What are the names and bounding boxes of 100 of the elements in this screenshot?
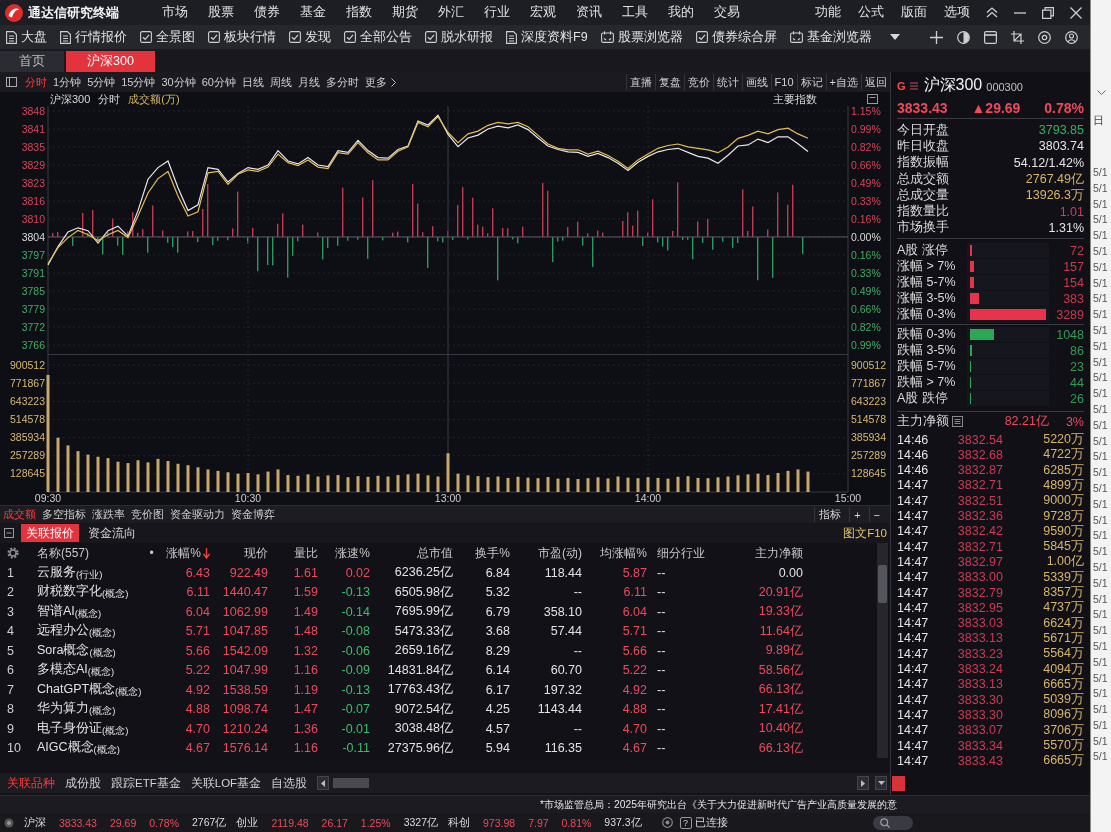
stat-value: 3793.85	[1038, 123, 1084, 138]
turnover-cell: 6.14	[485, 663, 510, 678]
price-change: ▲29.69	[971, 99, 1021, 116]
stat-label: 市场换手	[897, 219, 949, 237]
volume-axis-label: 514578	[9, 413, 45, 425]
net-flow-cell: 19.33亿	[758, 603, 803, 621]
date-cell-text: 5/1	[1093, 275, 1109, 291]
price-axis-label: 3841	[21, 122, 45, 135]
trade-time: 14:47	[897, 554, 930, 569]
index-percent: 0.81%	[561, 816, 592, 829]
trade-time: 14:47	[897, 707, 930, 722]
speed-cell: -0.06	[341, 643, 370, 658]
speed-cell: -0.09	[341, 663, 370, 678]
stock-count: 3289	[1055, 307, 1084, 322]
price-axis-label: 3804	[21, 230, 45, 243]
price-axis-label: 3835	[21, 140, 45, 153]
price-cell: 1538.59	[222, 682, 268, 697]
date-cell-text: 5/1	[1093, 165, 1109, 180]
trade-amount: 8357万	[1042, 584, 1084, 601]
date-cell-text: 5/1	[1093, 259, 1109, 275]
date-cell-text: 5/1	[1093, 386, 1109, 402]
row-number: 10	[7, 741, 21, 756]
date-cell-text: 5/1	[1093, 544, 1109, 560]
date-cell-text: 5/1	[1093, 417, 1109, 433]
trade-amount: 5845万	[1042, 538, 1084, 555]
trade-time: 14:47	[897, 570, 930, 585]
trade-time: 14:47	[897, 509, 930, 524]
average-change-cell: 5.87	[622, 565, 647, 580]
trade-time: 14:47	[897, 662, 930, 677]
speed-cell: -0.13	[341, 682, 370, 697]
date-cell-text: 5/1	[1093, 717, 1109, 733]
pe-cell: 1143.44	[537, 702, 582, 717]
trade-price: 3832.71	[956, 539, 1003, 554]
trade-price: 3832.87	[956, 463, 1003, 478]
trade-amount: 9728万	[1042, 507, 1084, 525]
date-cell-text: 5/1	[1093, 638, 1109, 654]
price-cell: 1098.74	[222, 702, 268, 717]
price-axis-label: 3810	[21, 212, 45, 225]
net-flow-cell: 66.13亿	[758, 681, 803, 699]
volume-axis-label: 128645	[9, 467, 45, 480]
row-number: 2	[7, 585, 14, 600]
trade-amount: 6665万	[1042, 752, 1084, 770]
date-cell-text: 5/1	[1093, 244, 1109, 259]
trade-amount: 1.00亿	[1045, 553, 1084, 571]
change-cell: 4.67	[185, 741, 210, 756]
trade-time: 14:47	[897, 493, 930, 508]
market-cap-cell: 9072.54亿	[394, 700, 453, 718]
trade-amount: 5039万	[1042, 691, 1084, 708]
price-cell: 1576.14	[222, 741, 268, 756]
trade-amount: 4094万	[1042, 660, 1084, 678]
trade-time: 14:47	[897, 478, 930, 493]
industry-cell: --	[657, 702, 666, 717]
price-axis-label: 3848	[21, 106, 45, 117]
change-cell: 4.88	[185, 702, 210, 717]
percent-axis-label: 0.00%	[851, 230, 881, 243]
index-name: 沪深300	[923, 75, 983, 95]
net-flow-cell: 10.40亿	[758, 720, 803, 738]
stat-value: 1.31%	[1048, 220, 1084, 235]
stat-label: 今日开盘	[897, 121, 949, 139]
app-name: 通达信研究终端	[28, 3, 120, 22]
trade-amount: 6665万	[1042, 675, 1084, 693]
volume-ratio-cell: 1.19	[293, 682, 318, 697]
stock-count: 72	[1069, 243, 1084, 258]
industry-cell: --	[657, 643, 666, 658]
trade-time: 14:47	[897, 738, 930, 753]
average-change-cell: 4.92	[622, 682, 647, 697]
trade-amount: 5570万	[1042, 737, 1084, 754]
change-cell: 4.92	[185, 682, 210, 697]
last-price: 3833.43	[897, 99, 948, 116]
trade-time: 14:46	[897, 463, 930, 478]
range-label: 涨幅 > 7%	[897, 258, 957, 275]
stat-label: 总成交额	[897, 170, 949, 188]
trade-price: 3833.34	[956, 738, 1003, 753]
index-name: 科创	[448, 815, 470, 830]
market-cap-cell: 2659.16亿	[394, 642, 453, 660]
range-label: A股 涨停	[897, 242, 949, 259]
change-percent: 0.78%	[1044, 99, 1084, 116]
percent-axis-label: 0.33%	[851, 194, 881, 207]
change-cell: 6.11	[186, 585, 210, 600]
price-cell: 1062.99	[222, 604, 268, 619]
market-cap-cell: 17763.43亿	[387, 681, 453, 699]
trade-amount: 5220万	[1042, 431, 1084, 448]
volume-axis-label: 900512	[9, 358, 45, 371]
trade-price: 3833.30	[956, 692, 1003, 707]
average-change-cell: 5.71	[622, 624, 647, 639]
date-cell-text: 5/1	[1093, 623, 1109, 639]
pe-cell: 118.44	[544, 565, 582, 580]
trade-time: 14:47	[897, 585, 930, 600]
stock-count: 157	[1062, 259, 1084, 274]
row-number: 3	[7, 604, 14, 619]
stat-value: 3803.74	[1038, 139, 1084, 154]
speed-cell: -0.11	[342, 741, 370, 756]
date-cell-text: 5/1	[1093, 591, 1109, 607]
change-cell: 5.22	[185, 663, 210, 678]
trade-amount: 4722万	[1042, 446, 1084, 464]
pe-cell: 57.44	[550, 624, 582, 639]
change-cell: 6.43	[185, 565, 210, 580]
turnover-cell: 8.29	[485, 643, 510, 658]
volume-ratio-cell: 1.49	[293, 604, 318, 619]
row-number: 9	[7, 721, 14, 736]
